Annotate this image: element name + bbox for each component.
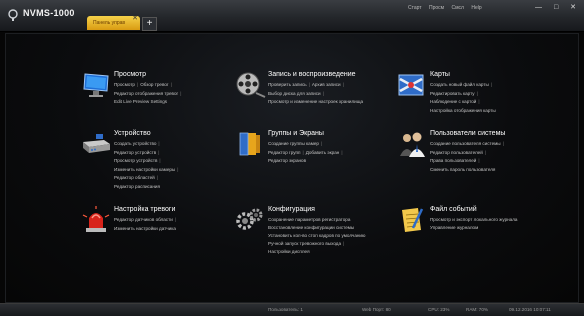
maximize-icon[interactable]: □ <box>554 4 558 11</box>
top-menu: Старт Просм Смсл Help <box>408 5 488 11</box>
module-title: Устройство <box>114 130 151 137</box>
link[interactable]: Выбор диска для записи <box>268 91 321 96</box>
link[interactable]: Редактор датчиков области <box>114 217 173 222</box>
link[interactable]: Редактор экранов <box>268 158 306 163</box>
link[interactable]: Права пользователей <box>430 158 476 163</box>
window-controls: — □ ✕ <box>525 3 576 11</box>
map-icon <box>398 74 424 96</box>
link[interactable]: Создать новый файл карты <box>430 82 489 87</box>
control-panel-content: Просмотр Просмотр | Обзор тревог | Редактор… <box>5 33 579 303</box>
link[interactable]: Создать устройство <box>114 141 156 146</box>
link[interactable]: Edit Live Preview Settings <box>114 99 167 104</box>
link[interactable]: Редактор групп <box>268 150 301 155</box>
link[interactable]: Настройки дисплея <box>268 249 310 254</box>
tab-control-panel[interactable]: Панель управ ✕ <box>87 14 140 30</box>
module-title: Файл событий <box>430 206 477 213</box>
module-links: Проверить запись | Архив записи | Выбор дис… <box>268 82 364 105</box>
link[interactable]: Ручной запуск тревожного выхода <box>268 241 341 246</box>
link[interactable]: Редактор пользователей <box>430 150 483 155</box>
link[interactable]: Просмотр и экспорт локального журнала <box>430 217 517 222</box>
module-title: Пользователи системы <box>430 130 506 137</box>
link[interactable]: Изменить настройки камеры <box>114 167 175 172</box>
alarm-siren-icon <box>82 206 110 232</box>
link[interactable]: Редактор отображения тревог <box>114 91 178 96</box>
link[interactable]: Просмотр <box>114 82 135 87</box>
module-title: Группы и Экраны <box>268 130 324 137</box>
close-window-icon[interactable]: ✕ <box>570 4 576 11</box>
link[interactable]: Создание группы камер <box>268 141 319 146</box>
link[interactable]: Проверить запись <box>268 82 307 87</box>
book-icon <box>239 132 260 156</box>
gears-icon <box>236 208 263 230</box>
link[interactable]: Управление журналом <box>430 225 478 230</box>
link[interactable]: Редактор устройств <box>114 150 156 155</box>
module-links: Создание группы камер | Редактор групп | До… <box>268 141 343 164</box>
module-title: Карты <box>430 71 450 78</box>
module-links: Создать новый файл карты | Редактировать … <box>430 82 496 113</box>
film-reel-icon <box>236 72 266 98</box>
status-users: Пользователь: 1 <box>268 307 303 312</box>
link[interactable]: Сохранение параметров регистратора <box>268 217 350 222</box>
menu-view[interactable]: Просм <box>429 5 444 11</box>
link[interactable]: Добавить экран <box>306 150 340 155</box>
menu-help[interactable]: Help <box>471 5 481 11</box>
module-title: Настройка тревоги <box>114 206 176 213</box>
module-links: Просмотр | Обзор тревог | Редактор отображе… <box>114 82 182 105</box>
module-links: Сохранение параметров регистратора Восст… <box>268 217 366 254</box>
monitor-icon <box>83 73 109 97</box>
menu-start[interactable]: Старт <box>408 5 422 11</box>
menu-switch[interactable]: Смсл <box>451 5 463 11</box>
status-bar: Пользователь: 1 Web Порт: 80 CPU: 23% RA… <box>0 303 584 316</box>
link[interactable]: Редактировать карту <box>430 91 475 96</box>
link[interactable]: Редактор областей <box>114 175 155 180</box>
link[interactable]: Сменить пароль пользователя <box>430 167 495 172</box>
link[interactable]: Обзор тревог <box>140 82 168 87</box>
module-title: Просмотр <box>114 71 146 78</box>
status-datetime: 09.12.2016 10:07:11 <box>509 307 551 312</box>
app-title: NVMS-1000 <box>23 8 75 18</box>
link[interactable]: Восстановление конфигурации системы <box>268 225 354 230</box>
notepad-icon <box>402 208 424 232</box>
link[interactable]: Установить кол-во стоп кадров по умолчан… <box>268 233 365 238</box>
link[interactable]: Просмотр устройств <box>114 158 157 163</box>
module-links: Просмотр и экспорт локального журнала Уп… <box>430 217 548 231</box>
module-title: Запись и воспроизведение <box>268 71 356 78</box>
module-links: Создать устройство | Редактор устройств | … <box>114 141 179 189</box>
title-bar: NVMS-1000 Панель управ ✕ + Старт Просм С… <box>0 0 584 32</box>
tab-label: Панель управ <box>93 20 126 26</box>
link[interactable]: Создание пользователя системы <box>430 141 501 146</box>
minimize-icon[interactable]: — <box>535 4 542 11</box>
module-title: Конфигурация <box>268 206 315 213</box>
add-tab-button[interactable]: + <box>142 17 157 31</box>
link[interactable]: Изменить настройки датчика <box>114 226 176 231</box>
module-links: Редактор датчиков области | Изменить наст… <box>114 217 176 231</box>
close-tab-icon[interactable]: ✕ <box>132 14 138 23</box>
link[interactable]: Настройка отображения карты <box>430 108 496 113</box>
nvms-window: NVMS-1000 Панель управ ✕ + Старт Просм С… <box>0 0 584 316</box>
status-ram: RAM: 70% <box>466 307 488 312</box>
module-links: Создание пользователя системы | Редактор … <box>430 141 504 172</box>
status-cpu: CPU: 23% <box>428 307 450 312</box>
link[interactable]: Наблюдение с картой <box>430 99 476 104</box>
logo-icon <box>8 9 18 21</box>
link[interactable]: Редактор расписания <box>114 184 160 189</box>
link[interactable]: Просмотр и изменение настроек хранилища <box>268 99 363 104</box>
users-icon <box>400 132 425 157</box>
nvr-device-icon <box>83 134 110 153</box>
link[interactable]: Архив записи <box>312 82 341 87</box>
status-web-port: Web Порт: 80 <box>362 307 391 312</box>
